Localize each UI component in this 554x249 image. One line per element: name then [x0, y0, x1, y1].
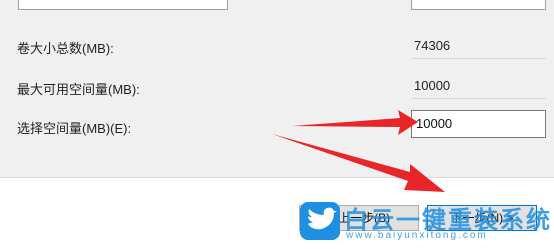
volume-total-size-label: 卷大小总数(MB): — [17, 41, 114, 56]
max-available-space-label: 最大可用空间量(MB): — [17, 82, 140, 97]
select-space-input[interactable]: 10000 — [411, 110, 546, 138]
volume-total-size-value: 74306 — [411, 35, 546, 59]
select-space-label: 选择空间量(MB)(E): — [17, 121, 132, 136]
bird-icon — [308, 207, 337, 230]
watermark-url: www.baiyunxitong.com — [346, 230, 488, 241]
previous-field-box — [18, 0, 228, 10]
partition-wizard-dialog: 卷大小总数(MB): 74306 最大可用空间量(MB): 10000 选择空间… — [0, 0, 554, 249]
bird-logo-icon — [300, 202, 340, 240]
watermark: 白云一键重装系统 www.baiyunxitong.com — [300, 198, 550, 248]
arrow-to-input — [292, 110, 418, 135]
max-available-space-value: 10000 — [411, 75, 546, 99]
previous-field-value-box — [411, 0, 546, 10]
